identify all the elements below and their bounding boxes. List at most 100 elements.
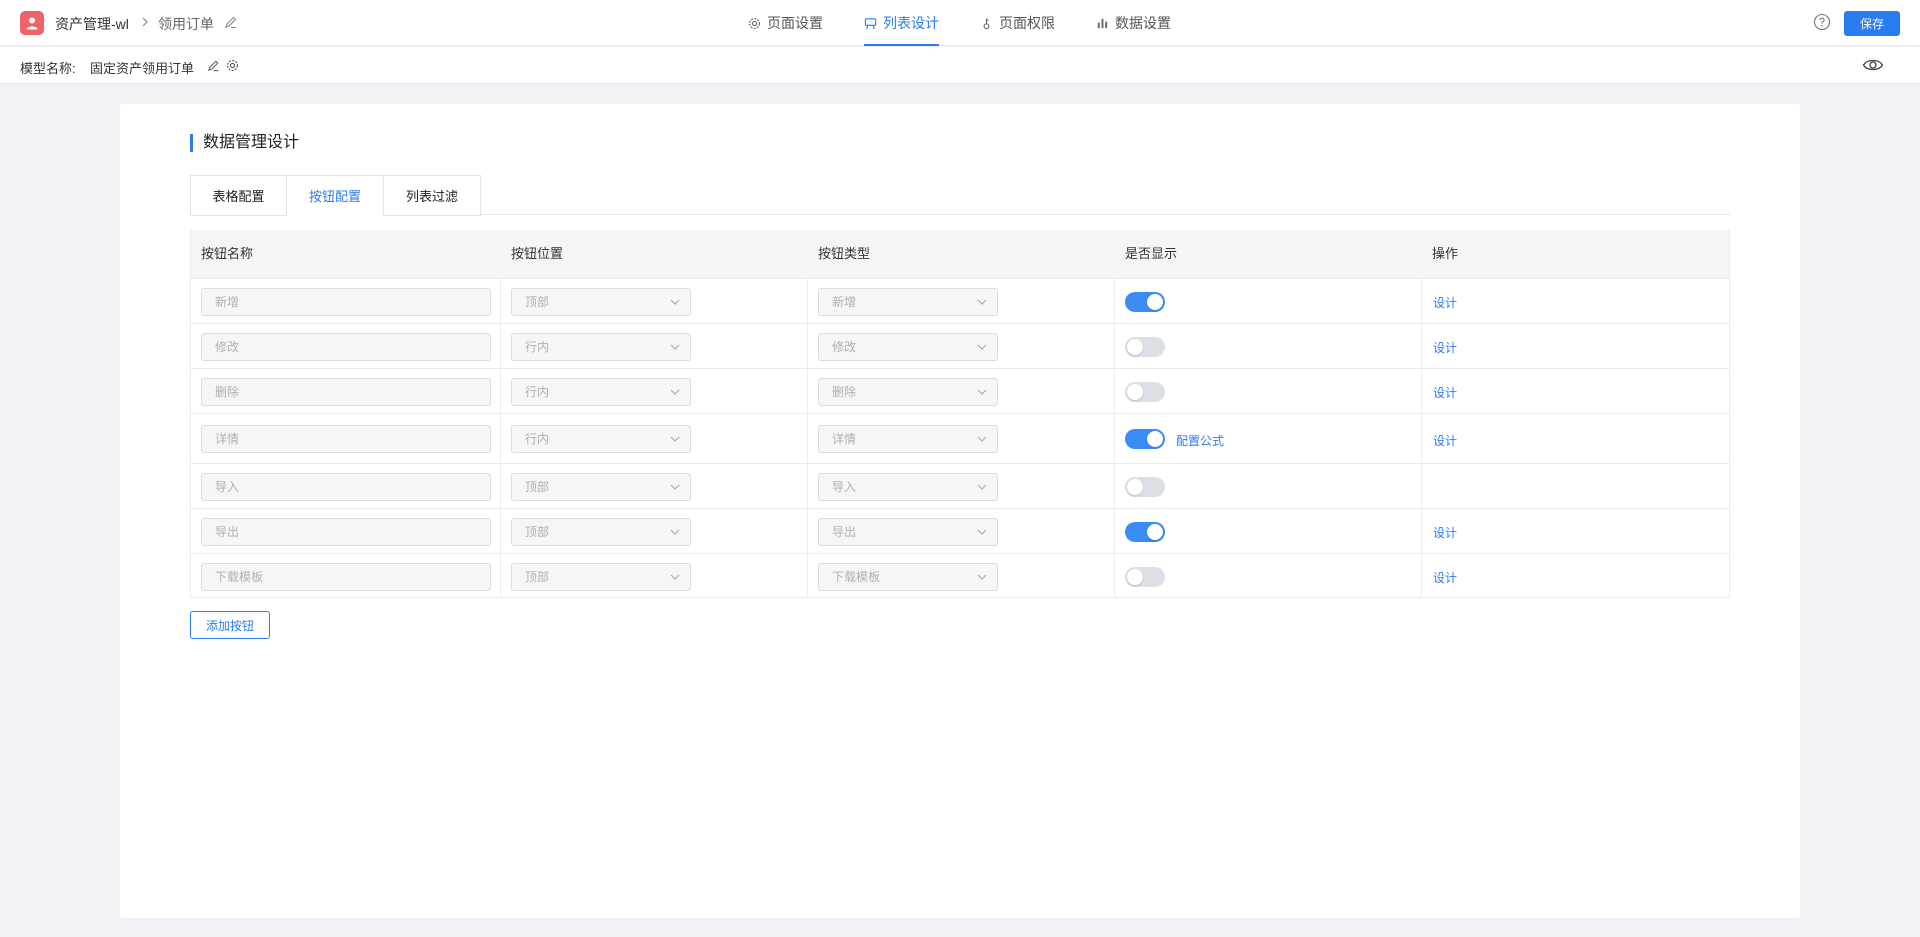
- tab-list-design-label: 列表设计: [883, 15, 939, 31]
- cell-action: [1422, 464, 1731, 508]
- cell-visible: [1115, 279, 1422, 323]
- chevron-down-icon: [670, 299, 680, 305]
- visible-toggle[interactable]: [1125, 522, 1165, 542]
- cell-action: 设计: [1422, 369, 1731, 413]
- configure-formula-link[interactable]: 配置公式: [1176, 432, 1224, 449]
- button-position-select[interactable]: 顶部: [511, 473, 691, 501]
- button-position-select[interactable]: 顶部: [511, 288, 691, 316]
- table-row: 新增 顶部 新增 设计: [191, 278, 1729, 323]
- button-position-select[interactable]: 顶部: [511, 563, 691, 591]
- preview-eye-icon[interactable]: [1862, 56, 1884, 77]
- edit-model-icon[interactable]: [207, 59, 220, 75]
- button-type-select[interactable]: 详情: [818, 425, 998, 453]
- chevron-down-icon: [670, 344, 680, 350]
- tab-table-config[interactable]: 表格配置: [190, 175, 287, 216]
- chevron-down-icon: [670, 529, 680, 535]
- cell-action: 设计: [1422, 279, 1731, 323]
- design-link[interactable]: 设计: [1433, 524, 1457, 541]
- button-config-table: 按钮名称 按钮位置 按钮类型 是否显示 操作 新增 顶部 新增 设计 修改 行内 修改 设计删…: [190, 230, 1730, 598]
- button-name-input[interactable]: 导出: [201, 518, 491, 546]
- table-row: 修改 行内 修改 设计: [191, 323, 1729, 368]
- button-type-value: 删除: [832, 385, 857, 399]
- cell-action: 设计: [1422, 414, 1731, 463]
- chevron-down-icon: [670, 574, 680, 580]
- cell-type: 删除: [808, 369, 1115, 413]
- column-header-type: 按钮类型: [818, 246, 871, 261]
- button-name-input[interactable]: 删除: [201, 378, 491, 406]
- tab-button-config[interactable]: 按钮配置: [286, 175, 384, 216]
- tab-data-settings[interactable]: 数据设置: [1096, 0, 1171, 46]
- cell-visible: [1115, 324, 1422, 368]
- tab-page-settings-label: 页面设置: [767, 15, 823, 31]
- visible-toggle[interactable]: [1125, 382, 1165, 402]
- tab-page-permissions-label: 页面权限: [999, 15, 1055, 31]
- design-link[interactable]: 设计: [1433, 294, 1457, 311]
- button-position-select[interactable]: 行内: [511, 378, 691, 406]
- column-header-action: 操作: [1432, 246, 1459, 261]
- toggle-knob: [1127, 569, 1143, 585]
- button-name-input[interactable]: 新增: [201, 288, 491, 316]
- cell-name: 导入: [191, 464, 501, 508]
- cell-type: 新增: [808, 279, 1115, 323]
- edit-page-name-icon[interactable]: [224, 15, 238, 29]
- button-type-value: 修改: [832, 340, 857, 354]
- design-link[interactable]: 设计: [1433, 432, 1457, 449]
- column-header-visible: 是否显示: [1125, 246, 1178, 261]
- visible-toggle[interactable]: [1125, 337, 1165, 357]
- cell-action: 设计: [1422, 554, 1731, 597]
- cell-position: 顶部: [501, 554, 808, 597]
- chevron-down-icon: [977, 574, 987, 580]
- button-name-input[interactable]: 详情: [201, 425, 491, 453]
- button-position-select[interactable]: 顶部: [511, 518, 691, 546]
- button-name-input[interactable]: 导入: [201, 473, 491, 501]
- breadcrumb-app-name[interactable]: 资产管理-wl: [55, 14, 129, 34]
- tab-page-settings[interactable]: 页面设置: [748, 0, 823, 46]
- toggle-knob: [1127, 339, 1143, 355]
- button-position-select[interactable]: 行内: [511, 333, 691, 361]
- design-link[interactable]: 设计: [1433, 339, 1457, 356]
- tab-list-filter[interactable]: 列表过滤: [383, 175, 481, 216]
- button-type-select[interactable]: 导入: [818, 473, 998, 501]
- cell-visible: 配置公式: [1115, 414, 1422, 463]
- button-type-select[interactable]: 修改: [818, 333, 998, 361]
- model-name-label: 模型名称:: [20, 61, 76, 76]
- button-position-select[interactable]: 行内: [511, 425, 691, 453]
- table-header: 按钮名称 按钮位置 按钮类型 是否显示 操作: [191, 230, 1729, 278]
- chevron-down-icon: [977, 299, 987, 305]
- chevron-down-icon: [977, 344, 987, 350]
- visible-toggle[interactable]: [1125, 292, 1165, 312]
- button-name-input[interactable]: 下载模板: [201, 563, 491, 591]
- cell-action: 设计: [1422, 509, 1731, 553]
- tab-page-permissions[interactable]: 页面权限: [980, 0, 1055, 46]
- cell-name: 下载模板: [191, 554, 501, 597]
- button-type-select[interactable]: 下载模板: [818, 563, 998, 591]
- add-button-button[interactable]: 添加按钮: [190, 611, 270, 639]
- button-position-value: 行内: [525, 385, 550, 399]
- help-icon[interactable]: [1813, 13, 1831, 31]
- table-row: 下载模板 顶部 下载模板 设计: [191, 553, 1729, 598]
- cell-name: 导出: [191, 509, 501, 553]
- design-link[interactable]: 设计: [1433, 384, 1457, 401]
- button-position-value: 行内: [525, 432, 550, 446]
- save-button[interactable]: 保存: [1844, 11, 1900, 36]
- design-link[interactable]: 设计: [1433, 569, 1457, 586]
- visible-toggle[interactable]: [1125, 477, 1165, 497]
- tab-list-design[interactable]: 列表设计: [864, 0, 939, 46]
- button-position-value: 顶部: [525, 295, 550, 309]
- chevron-down-icon: [977, 436, 987, 442]
- button-type-select[interactable]: 删除: [818, 378, 998, 406]
- button-type-select[interactable]: 导出: [818, 518, 998, 546]
- cell-type: 导入: [808, 464, 1115, 508]
- cell-visible: [1115, 554, 1422, 597]
- visible-toggle[interactable]: [1125, 429, 1165, 449]
- button-type-select[interactable]: 新增: [818, 288, 998, 316]
- visible-toggle[interactable]: [1125, 567, 1165, 587]
- column-header-name: 按钮名称: [201, 246, 254, 261]
- cell-position: 行内: [501, 414, 808, 463]
- button-position-value: 行内: [525, 340, 550, 354]
- model-settings-icon[interactable]: [226, 59, 239, 75]
- button-position-value: 顶部: [525, 480, 550, 494]
- app-logo-icon[interactable]: [20, 11, 44, 35]
- toggle-knob: [1147, 294, 1163, 310]
- button-name-input[interactable]: 修改: [201, 333, 491, 361]
